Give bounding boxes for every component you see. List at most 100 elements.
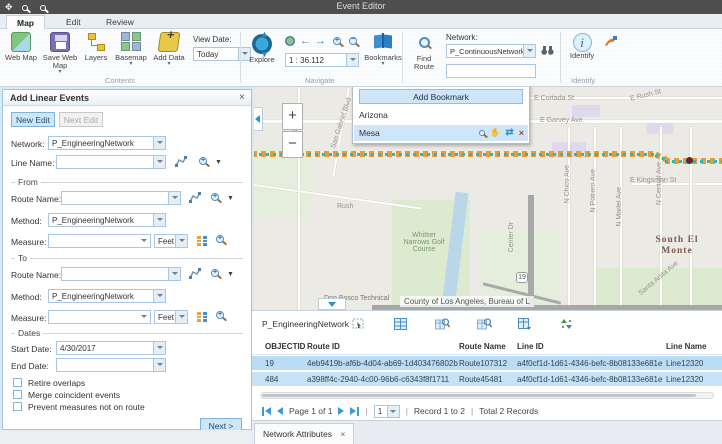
add-data-dropdown-arrow[interactable]: ▾ bbox=[150, 62, 188, 67]
network-dropdown-arrow[interactable] bbox=[523, 45, 535, 57]
column-header[interactable]: Route Name bbox=[459, 339, 517, 354]
view-date-combo[interactable]: Today bbox=[193, 47, 251, 61]
sort-icon[interactable] bbox=[560, 318, 573, 330]
to-route-name-combo[interactable] bbox=[61, 267, 181, 281]
zoom-options-arrow[interactable]: ▼ bbox=[215, 159, 222, 166]
from-method-combo[interactable]: P_EngineeringNetwork bbox=[48, 213, 166, 227]
bookmark-delete-icon[interactable]: × bbox=[519, 128, 524, 138]
bookmark-item-mesa[interactable]: Mesa ✋ ⇄ × bbox=[354, 125, 528, 141]
end-date-combo[interactable] bbox=[56, 358, 166, 372]
dropdown-arrow[interactable] bbox=[153, 359, 165, 371]
map-zoom-in-icon[interactable]: + bbox=[333, 37, 341, 47]
first-page-button[interactable] bbox=[262, 407, 271, 416]
map-zoom-out-button[interactable]: − bbox=[282, 131, 303, 158]
panel-close-icon[interactable]: × bbox=[239, 92, 245, 103]
basemap-dropdown-arrow[interactable]: ▾ bbox=[112, 62, 150, 67]
from-unit-combo[interactable]: Feet bbox=[154, 234, 188, 248]
new-edit-button[interactable]: New Edit bbox=[11, 112, 55, 127]
hem-flag-icon[interactable] bbox=[604, 35, 618, 47]
scrollbar-thumb[interactable] bbox=[262, 394, 696, 397]
previous-extent-icon[interactable]: ← bbox=[300, 36, 311, 46]
scale-dropdown-arrow[interactable] bbox=[346, 54, 358, 66]
next-extent-icon[interactable]: → bbox=[315, 36, 326, 46]
start-date-combo[interactable]: 4/30/2017 bbox=[56, 341, 166, 355]
network-attributes-tab[interactable]: Network Attributes × bbox=[254, 423, 354, 444]
horizontal-scrollbar[interactable] bbox=[260, 392, 714, 399]
dropdown-arrow[interactable] bbox=[387, 406, 399, 417]
bookmark-pan-icon[interactable]: ✋ bbox=[490, 128, 500, 137]
column-header[interactable]: OBJECTID bbox=[252, 339, 307, 354]
tab-close-icon[interactable]: × bbox=[340, 429, 345, 439]
bookmark-item-arizona[interactable]: Arizona bbox=[354, 107, 528, 123]
tab-edit[interactable]: Edit bbox=[56, 15, 91, 29]
table-row[interactable]: 19 4eb9419b-af6b-4d04-ab69-1d403476802b … bbox=[252, 356, 722, 371]
zoom-to-route-icon[interactable]: + bbox=[211, 269, 219, 279]
measure-ruler-icon[interactable] bbox=[196, 235, 208, 247]
layers-button[interactable]: Layers bbox=[80, 32, 112, 62]
measure-arrow[interactable] bbox=[138, 311, 150, 323]
from-measure-input[interactable] bbox=[48, 234, 151, 248]
scale-combo[interactable]: 1 : 36.112 bbox=[285, 53, 359, 67]
find-route-button[interactable]: Find Route bbox=[406, 34, 442, 71]
full-extent-icon[interactable] bbox=[285, 36, 295, 46]
bookmarks-button[interactable]: Bookmarks ▾ bbox=[362, 32, 404, 67]
refresh-table-icon[interactable] bbox=[518, 318, 531, 330]
dropdown-arrow[interactable] bbox=[175, 311, 187, 323]
add-bookmark-button[interactable]: Add Bookmark bbox=[359, 89, 523, 104]
zoom-options-arrow[interactable]: ▼ bbox=[227, 195, 234, 202]
select-line-on-map-icon[interactable] bbox=[175, 156, 187, 168]
save-web-map-button[interactable]: Save Web Map ▾ bbox=[42, 32, 78, 75]
to-measure-input[interactable] bbox=[48, 310, 151, 324]
measure-arrow[interactable] bbox=[138, 235, 150, 247]
prevent-measures-checkbox[interactable] bbox=[13, 402, 22, 411]
zoom-options-arrow[interactable]: ▼ bbox=[227, 271, 234, 278]
column-header[interactable]: Route ID bbox=[307, 339, 459, 354]
add-data-button[interactable]: + Add Data ▾ bbox=[150, 32, 188, 67]
line-name-combo[interactable] bbox=[56, 155, 166, 169]
tab-map[interactable]: Map bbox=[6, 15, 45, 29]
to-unit-combo[interactable]: Feet bbox=[154, 310, 188, 324]
dropdown-arrow[interactable] bbox=[153, 137, 165, 149]
from-route-name-combo[interactable] bbox=[61, 191, 181, 205]
save-dropdown-arrow[interactable]: ▾ bbox=[42, 70, 78, 75]
to-method-combo[interactable]: P_EngineeringNetwork bbox=[48, 289, 166, 303]
measure-zoom-icon[interactable]: + bbox=[216, 311, 224, 321]
dropdown-arrow[interactable] bbox=[153, 290, 165, 302]
select-route-on-map-icon[interactable] bbox=[189, 192, 201, 204]
explore-button[interactable]: ▲ ▼ Explore bbox=[244, 34, 280, 64]
retire-overlaps-checkbox[interactable] bbox=[13, 378, 22, 387]
table-grid-icon[interactable] bbox=[394, 318, 407, 330]
binoculars-icon[interactable] bbox=[541, 45, 554, 56]
dropdown-arrow[interactable] bbox=[153, 342, 165, 354]
measure-zoom-icon[interactable]: + bbox=[216, 235, 224, 245]
select-route-on-map-icon[interactable] bbox=[189, 268, 201, 280]
network-combo[interactable]: P_ContinuousNetwork bbox=[446, 44, 536, 58]
merge-coincident-checkbox[interactable] bbox=[13, 390, 22, 399]
next-page-button[interactable] bbox=[338, 407, 344, 415]
zoom-to-line-icon[interactable]: + bbox=[199, 157, 207, 167]
table-row[interactable]: 484 a398ff4c-2940-4c00-96b6-c6343f8f1711… bbox=[252, 372, 722, 387]
tab-review[interactable]: Review bbox=[96, 15, 144, 29]
panel-collapse-handle[interactable] bbox=[252, 107, 263, 131]
bookmark-zoom-icon[interactable] bbox=[479, 128, 485, 138]
bookmark-update-icon[interactable]: ⇄ bbox=[505, 127, 513, 138]
pan-to-selected-icon[interactable] bbox=[477, 318, 490, 330]
web-map-button[interactable]: Web Map bbox=[2, 32, 40, 62]
dropdown-arrow[interactable] bbox=[168, 268, 180, 280]
dropdown-arrow[interactable] bbox=[175, 235, 187, 247]
previous-page-button[interactable] bbox=[277, 407, 283, 415]
dropdown-arrow[interactable] bbox=[153, 214, 165, 226]
zoom-to-route-icon[interactable]: + bbox=[211, 193, 219, 203]
map-zoom-out-icon[interactable]: − bbox=[349, 37, 357, 47]
map-canvas[interactable]: E Cortada St E Garvey Ave E Rush St E Ki… bbox=[252, 87, 722, 310]
select-records-icon[interactable] bbox=[352, 318, 365, 330]
basemap-button[interactable]: Basemap ▾ bbox=[112, 32, 150, 67]
table-collapse-handle[interactable] bbox=[318, 298, 346, 310]
measure-ruler-icon[interactable] bbox=[196, 311, 208, 323]
page-select-combo[interactable]: 1 bbox=[374, 405, 400, 418]
panel-network-combo[interactable]: P_EngineeringNetwork bbox=[48, 136, 166, 150]
last-page-button[interactable] bbox=[350, 407, 359, 416]
map-zoom-in-button[interactable]: + bbox=[282, 103, 303, 130]
dropdown-arrow[interactable] bbox=[153, 156, 165, 168]
dropdown-arrow[interactable] bbox=[168, 192, 180, 204]
